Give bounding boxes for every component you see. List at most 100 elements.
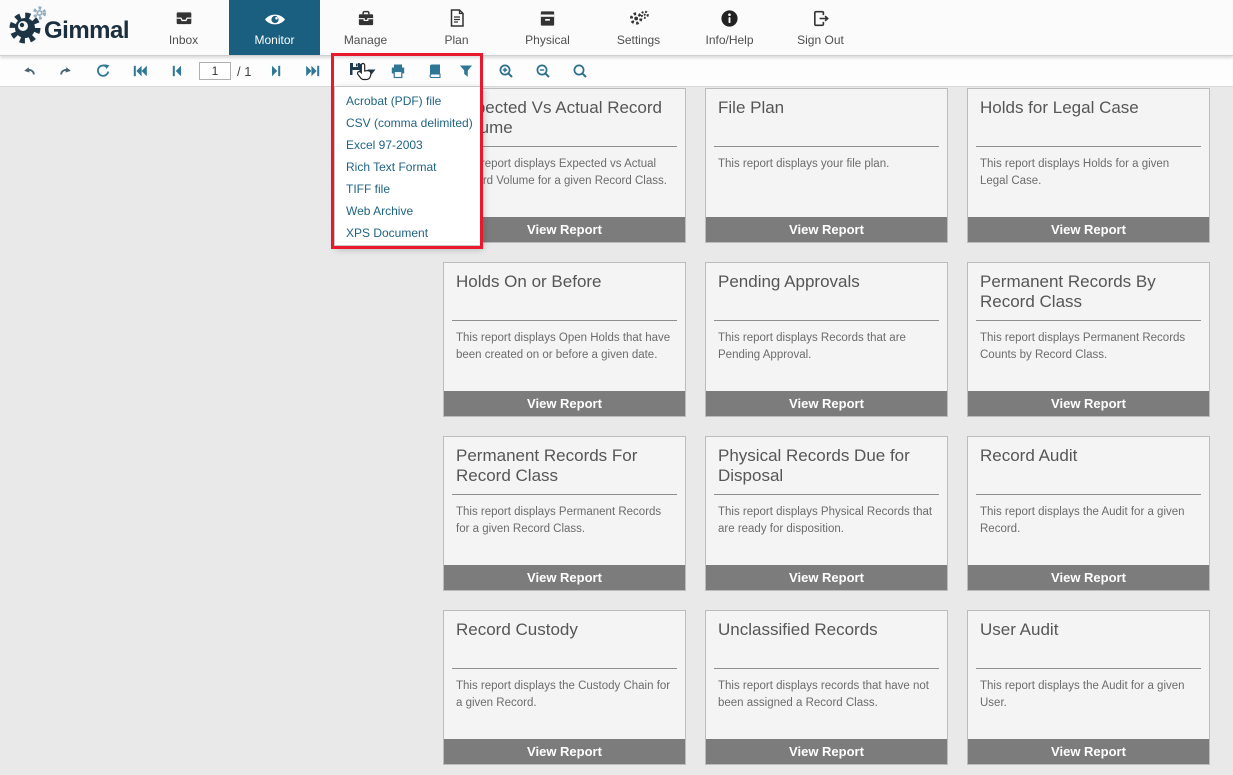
- report-card-permanent-by-record-class: Permanent Records By Record Class This r…: [967, 262, 1210, 417]
- view-report-button[interactable]: View Report: [444, 739, 685, 764]
- export-caret-icon: [367, 62, 376, 80]
- nav-label-physical: Physical: [525, 33, 570, 47]
- report-card-description: This report displays Permanent Records f…: [444, 495, 685, 537]
- nav-item-sign-out[interactable]: Sign Out: [775, 0, 866, 55]
- report-card-description: This report displays Open Holds that hav…: [444, 321, 685, 363]
- report-card-title: Holds On or Before: [444, 263, 685, 312]
- report-card-title: Record Custody: [444, 611, 685, 660]
- report-card-pending-approvals: Pending Approvals This report displays R…: [705, 262, 948, 417]
- nav-label-info-help: Settings: [617, 33, 660, 47]
- report-card-title: Permanent Records For Record Class: [444, 437, 685, 486]
- view-report-button[interactable]: View Report: [706, 217, 947, 242]
- prev-page-button[interactable]: [158, 58, 195, 84]
- report-card-record-audit: Record Audit This report displays the Au…: [967, 436, 1210, 591]
- nav-label-info-help: Info/Help: [705, 33, 753, 47]
- nav-item-inbox[interactable]: Inbox: [138, 0, 229, 55]
- report-card-description: This report displays the Audit for a giv…: [968, 669, 1209, 711]
- refresh-button[interactable]: [84, 58, 121, 84]
- page-count-label: / 1: [237, 64, 257, 79]
- report-card-title: File Plan: [706, 89, 947, 138]
- view-report-button[interactable]: View Report: [444, 391, 685, 416]
- report-card-holds-on-or-before: Holds On or Before This report displays …: [443, 262, 686, 417]
- gears-icon: [628, 8, 650, 28]
- export-menu-item-pdf[interactable]: Acrobat (PDF) file: [335, 90, 480, 112]
- export-menu-item-web-archive[interactable]: Web Archive: [335, 200, 480, 222]
- inbox-icon: [174, 8, 194, 28]
- report-card-unclassified-records: Unclassified Records This report display…: [705, 610, 948, 765]
- eye-icon: [264, 8, 286, 28]
- sign-out-icon: [811, 8, 831, 28]
- gimmal-logo[interactable]: Gimmal: [0, 0, 138, 55]
- export-menu-item-excel[interactable]: Excel 97-2003: [335, 134, 480, 156]
- main-nav: Inbox Monitor Manage Plan Physical: [138, 0, 866, 55]
- nav-item-physical[interactable]: Physical: [502, 0, 593, 55]
- print-button[interactable]: [379, 58, 416, 84]
- nav-item-manage[interactable]: Manage: [320, 0, 411, 55]
- nav-item-settings[interactable]: Settings: [593, 0, 684, 55]
- report-card-grid: Expected Vs Actual Record Volume This re…: [443, 88, 1210, 765]
- nav-label-monitor: Monitor: [254, 33, 294, 47]
- export-button[interactable]: [345, 58, 379, 84]
- report-card-title: Record Audit: [968, 437, 1209, 486]
- nav-item-monitor[interactable]: Monitor: [229, 0, 320, 55]
- view-report-button[interactable]: View Report: [444, 565, 685, 590]
- brand-name: Gimmal: [44, 17, 129, 45]
- redo-button[interactable]: [47, 58, 84, 84]
- nav-label-manage: Manage: [344, 33, 387, 47]
- report-toolbar: / 1: [0, 56, 1233, 87]
- export-menu-item-csv[interactable]: CSV (comma delimited): [335, 112, 480, 134]
- document-icon: [448, 8, 466, 28]
- report-card-title: Physical Records Due for Disposal: [706, 437, 947, 486]
- zoom-out-button[interactable]: [524, 58, 561, 84]
- report-card-description: This report displays records that have n…: [706, 669, 947, 711]
- next-page-button[interactable]: [257, 58, 294, 84]
- report-card-title: Permanent Records By Record Class: [968, 263, 1209, 312]
- print-layout-button[interactable]: [416, 58, 453, 84]
- first-page-button[interactable]: [121, 58, 158, 84]
- export-format-menu: Acrobat (PDF) file CSV (comma delimited)…: [334, 86, 481, 246]
- report-card-description: This report displays Records that are Pe…: [706, 321, 947, 363]
- report-card-description: This report displays Physical Records th…: [706, 495, 947, 537]
- report-card-holds-legal-case: Holds for Legal Case This report display…: [967, 88, 1210, 243]
- info-icon: [720, 8, 739, 28]
- view-report-button[interactable]: View Report: [968, 739, 1209, 764]
- report-card-user-audit: User Audit This report displays the Audi…: [967, 610, 1210, 765]
- undo-button[interactable]: [10, 58, 47, 84]
- report-card-title: Holds for Legal Case: [968, 89, 1209, 138]
- nav-label-inbox: Inbox: [169, 33, 198, 47]
- report-card-title: Pending Approvals: [706, 263, 947, 312]
- briefcase-icon: [356, 8, 376, 28]
- export-menu-item-rtf[interactable]: Rich Text Format: [335, 156, 480, 178]
- box-icon: [538, 8, 557, 28]
- nav-item-plan[interactable]: Plan: [411, 0, 502, 55]
- report-card-description: This report displays Permanent Records C…: [968, 321, 1209, 363]
- app-header: Gimmal Inbox Monitor Manage Plan: [0, 0, 1233, 56]
- view-report-button[interactable]: View Report: [706, 565, 947, 590]
- report-card-title: Unclassified Records: [706, 611, 947, 660]
- report-card-physical-due-disposal: Physical Records Due for Disposal This r…: [705, 436, 948, 591]
- zoom-in-button[interactable]: [487, 58, 524, 84]
- export-menu-item-xps[interactable]: XPS Document: [335, 222, 480, 244]
- report-card-description: This report displays the Audit for a giv…: [968, 495, 1209, 537]
- report-card-title: User Audit: [968, 611, 1209, 660]
- page-number-input[interactable]: [199, 62, 231, 80]
- view-report-button[interactable]: View Report: [706, 391, 947, 416]
- report-card-description: This report displays your file plan.: [706, 147, 947, 173]
- last-page-button[interactable]: [294, 58, 331, 84]
- view-report-button[interactable]: View Report: [968, 217, 1209, 242]
- export-save-icon: [348, 61, 364, 82]
- search-button[interactable]: [561, 58, 598, 84]
- report-card-description: This report displays Holds for a given L…: [968, 147, 1209, 189]
- report-card-description: This report displays the Custody Chain f…: [444, 669, 685, 711]
- report-card-permanent-for-record-class: Permanent Records For Record Class This …: [443, 436, 686, 591]
- report-card-record-custody: Record Custody This report displays the …: [443, 610, 686, 765]
- view-report-button[interactable]: View Report: [968, 565, 1209, 590]
- nav-item-info-help[interactable]: Info/Help: [684, 0, 775, 55]
- nav-label-plan: Plan: [444, 33, 468, 47]
- nav-label-sign-out: Sign Out: [797, 33, 844, 47]
- export-menu-item-tiff[interactable]: TIFF file: [335, 178, 480, 200]
- filter-button[interactable]: [453, 58, 479, 84]
- report-card-file-plan: File Plan This report displays your file…: [705, 88, 948, 243]
- view-report-button[interactable]: View Report: [706, 739, 947, 764]
- view-report-button[interactable]: View Report: [968, 391, 1209, 416]
